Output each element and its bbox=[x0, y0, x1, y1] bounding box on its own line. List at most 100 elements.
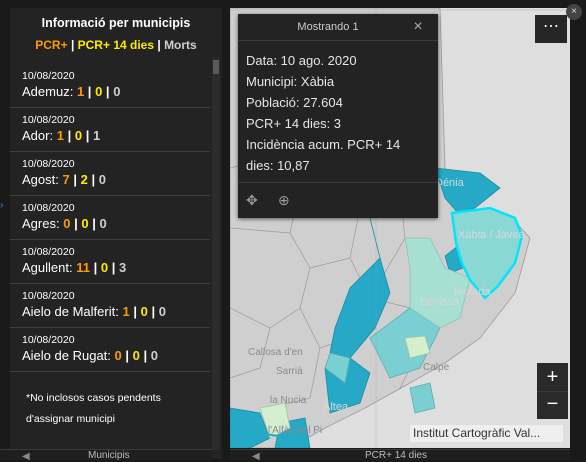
item-pcr14: 0 bbox=[95, 84, 103, 99]
item-date: 10/08/2020 bbox=[22, 334, 75, 346]
item-date: 10/08/2020 bbox=[22, 158, 75, 170]
item-sep: | bbox=[125, 348, 130, 363]
label-nucia: la Nucia bbox=[270, 395, 307, 406]
popup-footer: ✥ ⊕ bbox=[238, 182, 438, 219]
zoom-control: + − bbox=[537, 363, 568, 419]
list-scrollbar[interactable] bbox=[212, 58, 220, 450]
item-line: Agost: 7 | 2 | 0 bbox=[22, 172, 106, 187]
label-callosa: Callosa d'en bbox=[248, 347, 303, 358]
pan-to-icon[interactable]: ✥ bbox=[246, 192, 258, 209]
footnote-line-2: d'assignar municipi bbox=[26, 413, 115, 425]
item-name: Ademuz: bbox=[22, 84, 74, 99]
footnote-line-1: *No inclosos casos pendents bbox=[26, 392, 161, 404]
label-calpe: Calpe bbox=[423, 362, 450, 373]
item-pcr14: 2 bbox=[80, 172, 88, 187]
zoom-in-button[interactable]: + bbox=[537, 363, 568, 392]
item-pcr: 11 bbox=[76, 260, 90, 275]
item-pcr14: 0 bbox=[81, 216, 89, 231]
label-xabia: Xàbia / Jávea bbox=[458, 229, 526, 241]
item-name: Agost: bbox=[22, 172, 59, 187]
item-sep: | bbox=[73, 172, 77, 187]
label-teulada: Teulada bbox=[452, 286, 491, 298]
item-line: Aielo de Malferit: 1 | 0 | 0 bbox=[22, 304, 166, 319]
zoom-out-button[interactable]: − bbox=[537, 391, 568, 419]
tab-pcr14[interactable]: ◀ PCR+ 14 dies bbox=[230, 449, 570, 462]
prev-arrow-icon[interactable]: ◀ bbox=[252, 451, 260, 462]
close-icon[interactable]: × bbox=[566, 4, 582, 20]
panel-title: Informació per municipis bbox=[41, 16, 191, 30]
item-date: 10/08/2020 bbox=[22, 290, 75, 302]
popup-body: Data: 10 ago. 2020 Municipi: Xàbia Pobla… bbox=[246, 50, 434, 176]
item-pcr: 1 bbox=[56, 128, 64, 143]
list-item[interactable]: 10/08/2020 Agost: 7 | 2 | 0 bbox=[10, 152, 210, 196]
map-menu-button[interactable]: ⋯ bbox=[535, 15, 567, 43]
item-line: Ador: 1 | 0 | 1 bbox=[22, 128, 100, 143]
subtitle-sep-2: | bbox=[157, 38, 161, 52]
popup-title: Mostrando 1 bbox=[297, 21, 359, 33]
panel-subtitle: PCR+ | PCR+ 14 dies | Morts bbox=[10, 38, 222, 52]
item-sep: | bbox=[91, 172, 96, 187]
popup-close-icon[interactable]: × bbox=[410, 19, 426, 35]
item-pcr14: 0 bbox=[74, 128, 83, 143]
list-item[interactable]: 10/08/2020 Ador: 1 | 0 | 1 bbox=[10, 108, 210, 152]
left-panel: › Informació per municipis PCR+ | PCR+ 1… bbox=[0, 0, 222, 462]
item-morts: 3 bbox=[118, 260, 127, 275]
item-name: Agullent: bbox=[22, 260, 73, 275]
subtitle-pcr14: PCR+ 14 dies bbox=[77, 38, 155, 52]
list-item[interactable]: 10/08/2020 Agullent: 11 | 0 | 3 bbox=[10, 240, 210, 284]
item-morts: 0 bbox=[158, 304, 166, 319]
item-line: Agullent: 11 | 0 | 3 bbox=[22, 260, 126, 275]
item-morts: 0 bbox=[99, 216, 107, 231]
scrollbar-thumb[interactable] bbox=[213, 60, 219, 74]
item-name: Agres: bbox=[22, 216, 60, 231]
item-pcr: 0 bbox=[63, 216, 71, 231]
zoom-to-icon[interactable]: ⊕ bbox=[278, 192, 290, 209]
subtitle-morts: Morts bbox=[164, 38, 197, 52]
subtitle-sep-1: | bbox=[70, 38, 75, 52]
item-sep: | bbox=[74, 216, 78, 231]
item-line: Agres: 0 | 0 | 0 bbox=[22, 216, 107, 231]
footnote: *No inclosos casos pendents d'assignar m… bbox=[26, 388, 216, 430]
item-line: Ademuz: 1 | 0 | 0 bbox=[22, 84, 120, 99]
item-sep: | bbox=[143, 348, 148, 363]
item-pcr14: 0 bbox=[100, 260, 109, 275]
item-name: Aielo de Rugat: bbox=[22, 348, 111, 363]
subtitle-pcr: PCR+ bbox=[35, 38, 68, 52]
feature-popup: Mostrando 1 × Data: 10 ago. 2020 Municip… bbox=[238, 14, 438, 218]
item-morts: 0 bbox=[113, 84, 121, 99]
item-sep: | bbox=[92, 216, 96, 231]
list-item[interactable]: 10/08/2020 Agres: 0 | 0 | 0 bbox=[10, 196, 210, 240]
item-sep: | bbox=[67, 128, 72, 143]
tab-municipis[interactable]: ◀ Municipis bbox=[0, 449, 212, 462]
item-date: 10/08/2020 bbox=[22, 202, 75, 214]
item-date: 10/08/2020 bbox=[22, 70, 75, 82]
popup-line-municipi: Municipi: Xàbia bbox=[246, 74, 335, 89]
popup-line-incidencia-value: dies: 10,87 bbox=[246, 158, 310, 173]
collapse-chevron-icon[interactable]: › bbox=[0, 200, 6, 211]
label-denia: Dénia bbox=[435, 177, 465, 189]
label-alfas: l'Alfàs del Pi bbox=[268, 425, 322, 436]
popup-line-incidencia: Incidència acum. PCR+ 14 bbox=[246, 137, 401, 152]
item-pcr: 1 bbox=[122, 304, 130, 319]
item-sep: | bbox=[111, 260, 116, 275]
map-attribution[interactable]: Institut Cartogràfic Val... bbox=[410, 425, 563, 442]
item-pcr: 7 bbox=[62, 172, 70, 187]
popup-header: Mostrando 1 × bbox=[238, 14, 438, 41]
tab-pcr14-label: PCR+ 14 dies bbox=[365, 450, 427, 461]
item-pcr: 1 bbox=[76, 84, 85, 99]
prev-arrow-icon[interactable]: ◀ bbox=[22, 451, 30, 462]
item-pcr14: 0 bbox=[132, 348, 140, 363]
item-name: Ador: bbox=[22, 128, 54, 143]
tab-municipis-label: Municipis bbox=[88, 450, 130, 461]
label-sarria: Sarrià bbox=[276, 366, 303, 377]
municipi-list: 10/08/2020 Ademuz: 1 | 0 | 0 10/08/2020 Ado… bbox=[10, 64, 210, 372]
list-item[interactable]: 10/08/2020 Aielo de Rugat: 0 | 0 | 0 bbox=[10, 328, 210, 372]
label-altea: Altea bbox=[323, 401, 349, 413]
item-sep: | bbox=[87, 84, 92, 99]
item-date: 10/08/2020 bbox=[22, 246, 75, 258]
popup-line-poblacio: Població: 27.604 bbox=[246, 95, 343, 110]
item-sep: | bbox=[105, 84, 110, 99]
list-item[interactable]: 10/08/2020 Ademuz: 1 | 0 | 0 bbox=[10, 64, 210, 108]
popup-line-pcr14: PCR+ 14 dies: 3 bbox=[246, 116, 342, 131]
list-item[interactable]: 10/08/2020 Aielo de Malferit: 1 | 0 | 0 bbox=[10, 284, 210, 328]
